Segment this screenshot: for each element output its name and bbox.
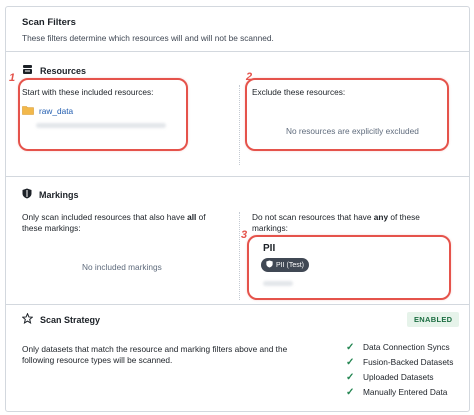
include-markings-empty: No included markings	[82, 262, 162, 272]
checkmark-icon: ✓	[346, 356, 355, 368]
checkmark-icon: ✓	[346, 341, 355, 353]
markings-column-separator	[239, 212, 240, 300]
resources-title: Resources	[40, 65, 87, 76]
list-item: ✓ Manually Entered Data	[346, 386, 448, 398]
scan-filters-panel: Scan Filters These filters determine whi…	[5, 6, 470, 412]
strategy-title: Scan Strategy	[40, 314, 101, 325]
section-divider	[6, 176, 469, 177]
resources-column-separator	[239, 85, 240, 165]
panel-title: Scan Filters	[22, 17, 76, 28]
checkmark-icon: ✓	[346, 386, 355, 398]
annotation-box-excluded-resources	[245, 78, 449, 151]
strategy-status-badge: ENABLED	[407, 312, 460, 327]
section-divider	[6, 304, 469, 305]
markings-heading: Markings	[22, 188, 79, 201]
strategy-heading: Scan Strategy	[21, 312, 101, 326]
list-item: ✓ Uploaded Datasets	[346, 371, 434, 383]
panel-description: These filters determine which resources …	[22, 33, 274, 43]
resources-heading: Resources	[22, 64, 86, 77]
shield-icon	[22, 188, 32, 201]
include-markings-label: Only scan included resources that also h…	[22, 212, 206, 233]
callout-1: 1	[9, 72, 16, 84]
exclude-markings-label: Do not scan resources that have any of t…	[252, 212, 420, 233]
markings-title: Markings	[39, 189, 79, 200]
resources-icon	[22, 64, 33, 77]
callout-3: 3	[241, 229, 248, 241]
panel-header: Scan Filters These filters determine whi…	[6, 7, 469, 52]
list-item: ✓ Fusion-Backed Datasets	[346, 356, 454, 368]
strategy-description: Only datasets that match the resource an…	[22, 344, 288, 365]
list-item: ✓ Data Connection Syncs	[346, 341, 450, 353]
resource-type-list: ✓ Data Connection Syncs ✓ Fusion-Backed Da…	[346, 340, 453, 400]
callout-2: 2	[246, 71, 253, 83]
star-icon	[21, 312, 34, 326]
annotation-box-included-resources	[18, 78, 188, 151]
checkmark-icon: ✓	[346, 371, 355, 383]
annotation-box-excluded-markings	[247, 235, 451, 300]
